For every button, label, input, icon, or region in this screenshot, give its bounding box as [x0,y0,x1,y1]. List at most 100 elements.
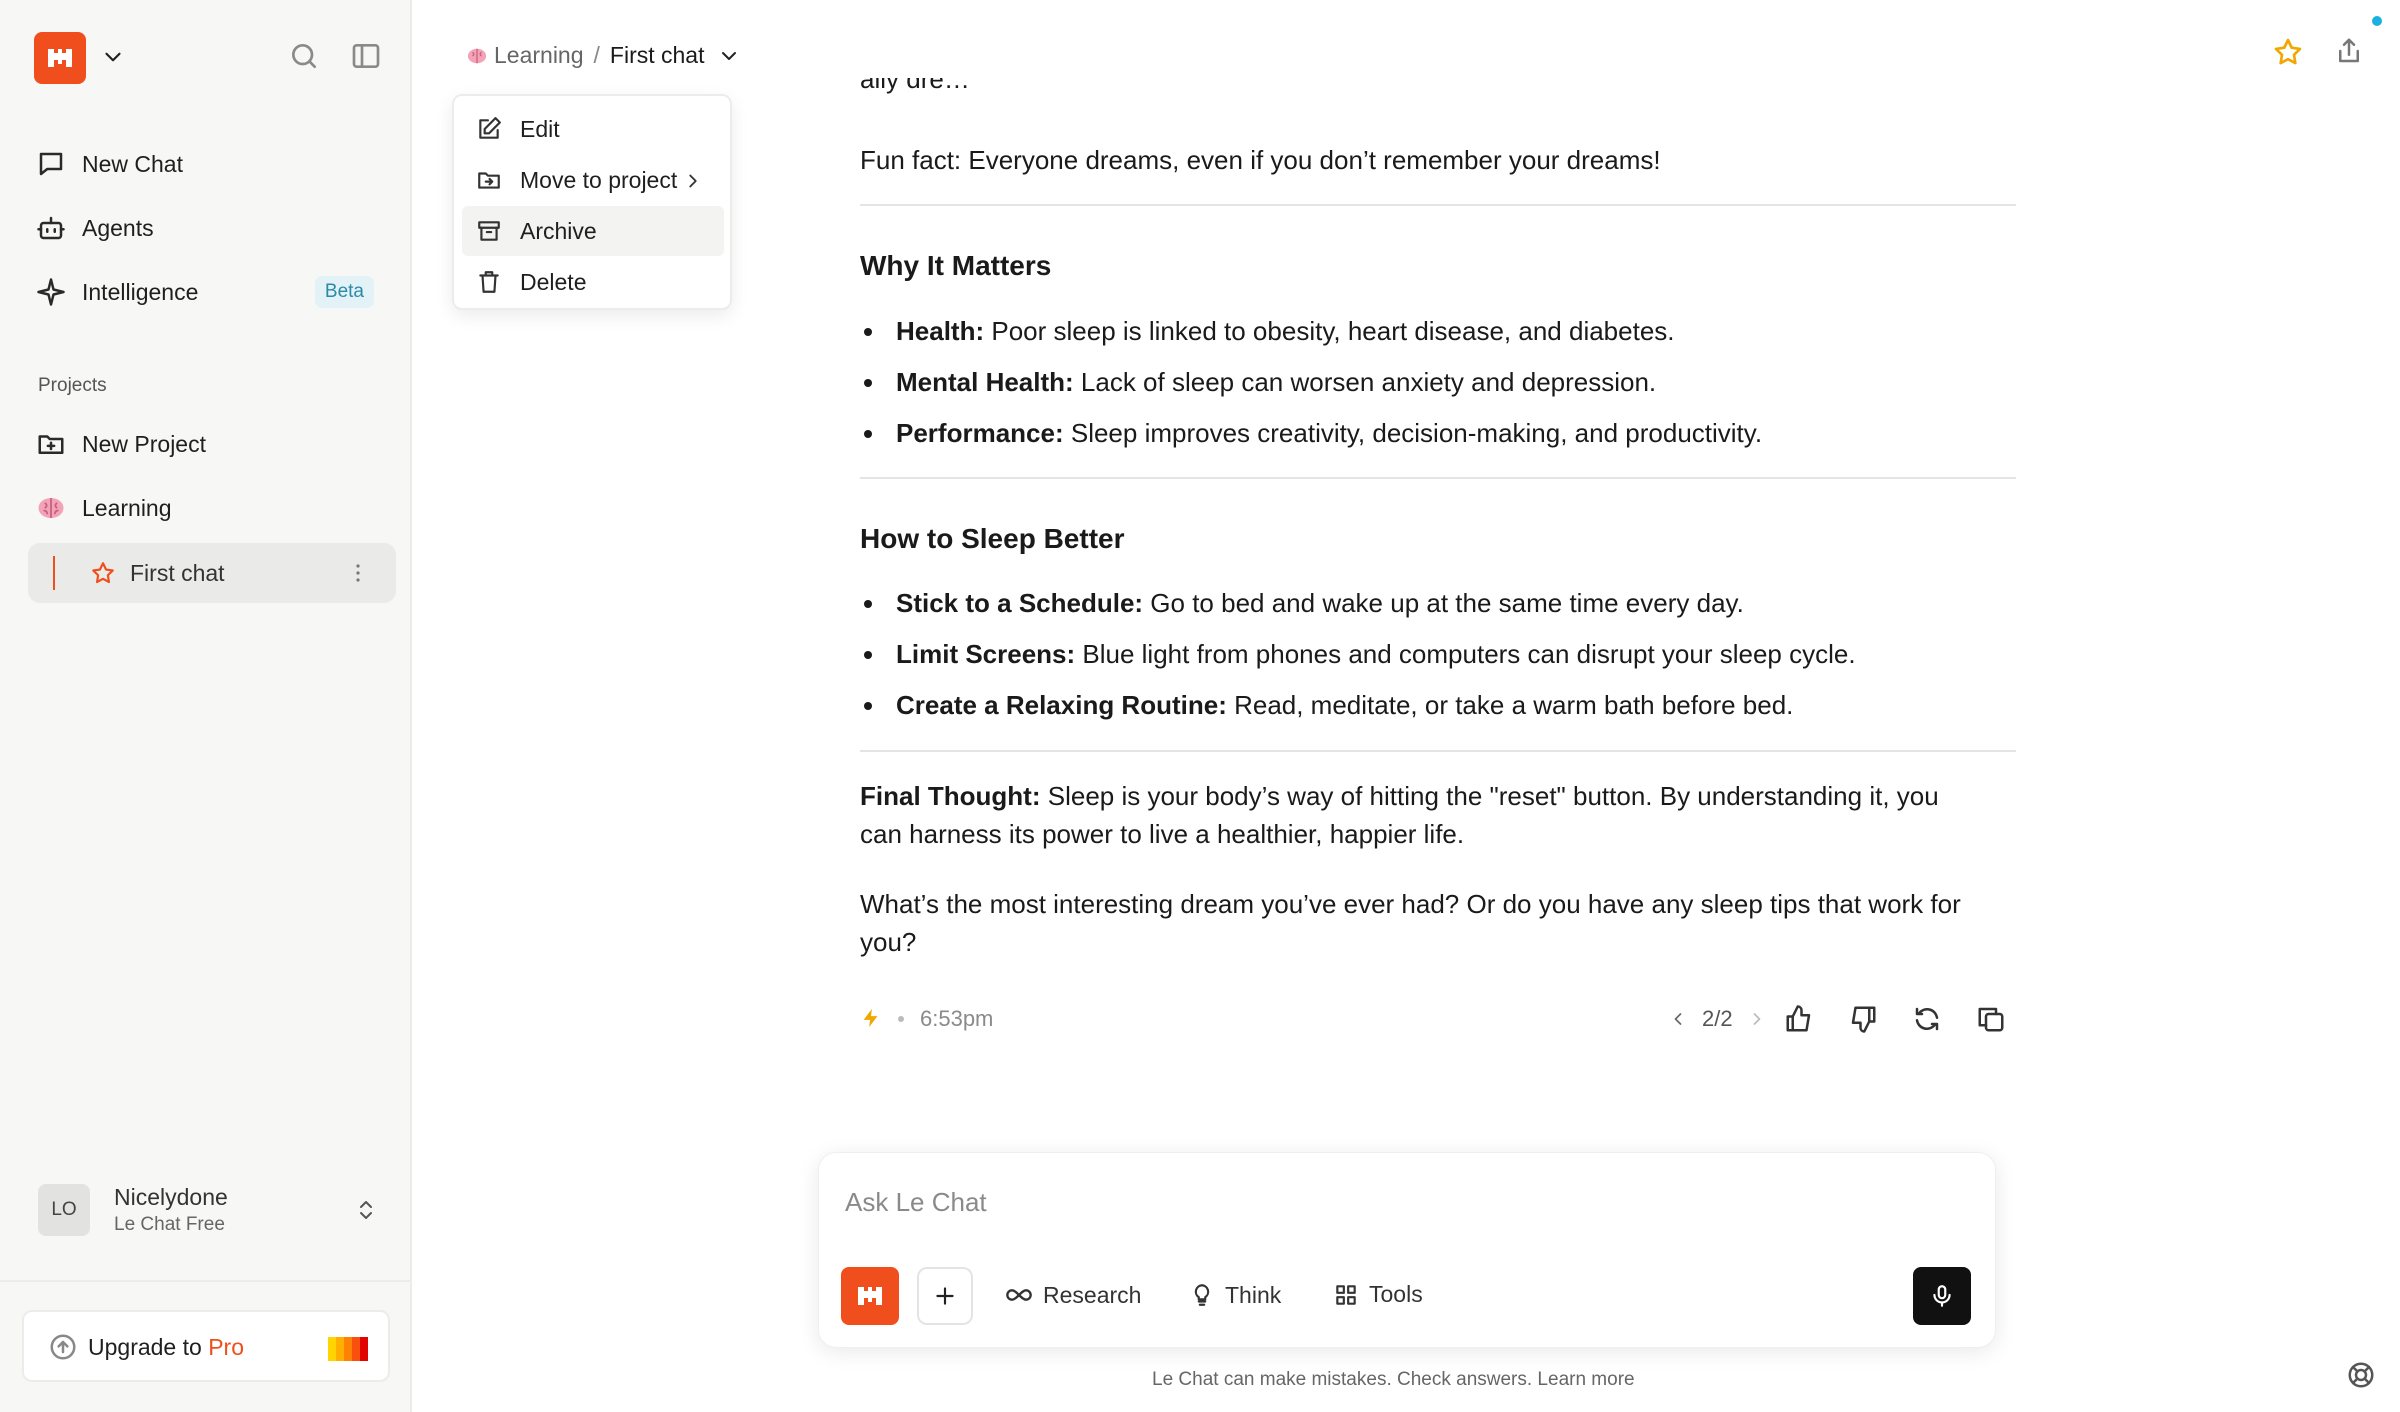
star-icon [90,560,116,586]
section-heading: How to Sleep Better [860,523,1125,554]
new-chat-button[interactable]: New Chat [34,138,384,190]
favorite-star-icon[interactable] [2272,36,2304,68]
list-item-text: Go to bed and wake up at the same time e… [1143,588,1744,618]
list-item-text: Blue light from phones and computers can… [1075,639,1856,669]
list-item-bold: Performance: [896,418,1064,448]
breadcrumb: Learning / First chat [466,42,741,69]
grid-icon [1333,1282,1359,1308]
add-attachment-button[interactable] [917,1267,973,1325]
chat-options-menu: Edit Move to project Archive Delete [452,94,732,310]
think-button[interactable]: Think [1189,1281,1281,1309]
mistral-mode-button[interactable] [841,1267,899,1325]
user-profile[interactable]: LO Nicelydone Le Chat Free [38,1184,378,1238]
chevron-up-down-icon[interactable] [354,1198,378,1222]
message-timestamp: 6:53pm [920,1006,994,1031]
copy-icon[interactable] [1976,1004,2006,1034]
archive-icon [476,218,506,244]
tools-button[interactable]: Tools [1333,1281,1423,1308]
upgrade-pro: Pro [208,1334,244,1360]
chat-bubble-icon [34,147,68,181]
sparkle-icon [34,275,68,309]
arrow-up-circle-icon [48,1332,78,1362]
list-item-bold: Mental Health: [896,367,1074,397]
menu-item-edit[interactable]: Edit [462,104,724,154]
list-item-bold: Create a Relaxing Routine: [896,690,1227,720]
section-heading: Why It Matters [860,250,1052,281]
disclaimer-text: Le Chat can make mistakes. Check answers… [1152,1369,1635,1390]
list-item-bold: Health: [896,316,985,346]
regenerate-icon[interactable] [1912,1004,1942,1034]
divider [860,204,2016,206]
chevron-left-icon[interactable] [1668,1009,1688,1029]
final-thought-bold: Final Thought: [860,781,1041,811]
lightning-icon [860,1004,882,1032]
message-input[interactable] [845,1187,1845,1218]
question-line2: you? [860,927,917,957]
thumbs-up-icon[interactable] [1784,1004,1814,1034]
upgrade-prefix: Upgrade to [88,1334,209,1360]
workspace-chevron-down-icon[interactable] [100,44,126,70]
list-item: Health: Poor sleep is linked to obesity,… [864,313,1675,349]
menu-item-label: Archive [520,217,597,244]
divider [0,1280,412,1282]
list-item-bold: Stick to a Schedule: [896,588,1144,618]
folder-plus-icon [34,427,68,461]
breadcrumb-separator: / [593,42,600,68]
share-icon[interactable] [2334,36,2364,66]
response-pager: 2/2 [1668,1006,1767,1032]
chevron-right-icon[interactable] [1747,1009,1767,1029]
active-indicator [53,556,55,590]
sidebar-toggle-icon[interactable] [350,40,382,72]
list-item-text: Lack of sleep can worsen anxiety and dep… [1073,367,1657,397]
trash-icon [476,269,506,295]
list-item-bold: Limit Screens: [896,639,1076,669]
upgrade-to-pro-button[interactable]: Upgrade to Pro [22,1310,390,1382]
breadcrumb-chat-title[interactable]: First chat [610,42,705,69]
list-item: Performance: Sleep improves creativity, … [863,415,1762,451]
nav-label: New Chat [82,150,183,177]
sidebar-chat-first-chat[interactable]: First chat [28,543,396,603]
divider [860,750,2016,752]
final-thought-paragraph: Final Thought: Sleep is your body’s way … [860,777,2016,853]
list-item-text: Poor sleep is linked to obesity, heart d… [984,316,1675,346]
question-paragraph: What’s the most interesting dream you’ve… [860,885,2016,961]
intelligence-button[interactable]: Intelligence Beta [34,266,384,318]
search-icon[interactable] [288,40,320,72]
menu-item-label: Delete [520,268,587,295]
nav-label: Agents [82,214,154,241]
nav-label: Learning [82,494,172,521]
chevron-down-icon[interactable] [717,44,741,68]
agents-button[interactable]: Agents [34,202,384,254]
menu-item-delete[interactable]: Delete [462,257,724,307]
thumbs-down-icon[interactable] [1848,1004,1878,1034]
robot-icon [34,211,68,245]
list-item: Stick to a Schedule: Go to bed and wake … [864,585,1744,621]
menu-item-move-to-project[interactable]: Move to project [462,155,724,205]
final-thought-line1: Sleep is your body’s way of hitting the … [1040,781,1939,811]
menu-item-archive[interactable]: Archive [462,206,724,256]
microphone-button[interactable] [1913,1267,1971,1325]
nav-label: New Project [82,430,206,457]
new-project-button[interactable]: New Project [34,418,384,470]
list-item-text: Read, meditate, or take a warm bath befo… [1226,690,1794,720]
mistral-logo[interactable] [34,32,86,84]
question-line1: What’s the most interesting dream you’ve… [860,889,1961,919]
list-item: Create a Relaxing Routine: Read, meditat… [863,687,1794,723]
sidebar: New Chat Agents Intelligence Beta Projec… [0,0,412,1412]
beta-badge: Beta [314,276,374,308]
folder-move-icon [476,167,506,193]
projects-section-label: Projects [38,375,107,396]
list-item: Limit Screens: Blue light from phones an… [864,636,1856,672]
breadcrumb-project[interactable]: Learning [494,42,584,69]
more-vertical-icon[interactable] [346,561,370,585]
brand-stripes-icon [328,1337,368,1361]
research-button[interactable]: Research [1005,1281,1141,1309]
fun-fact-paragraph: Fun fact: Everyone dreams, even if you d… [860,145,1661,175]
divider [860,477,2016,479]
menu-item-label: Edit [520,115,560,142]
edit-icon [476,116,506,142]
tool-label: Tools [1369,1281,1423,1307]
project-learning[interactable]: Learning [34,482,384,534]
tool-label: Research [1043,1281,1142,1308]
help-lifebuoy-icon[interactable] [2346,1360,2376,1390]
